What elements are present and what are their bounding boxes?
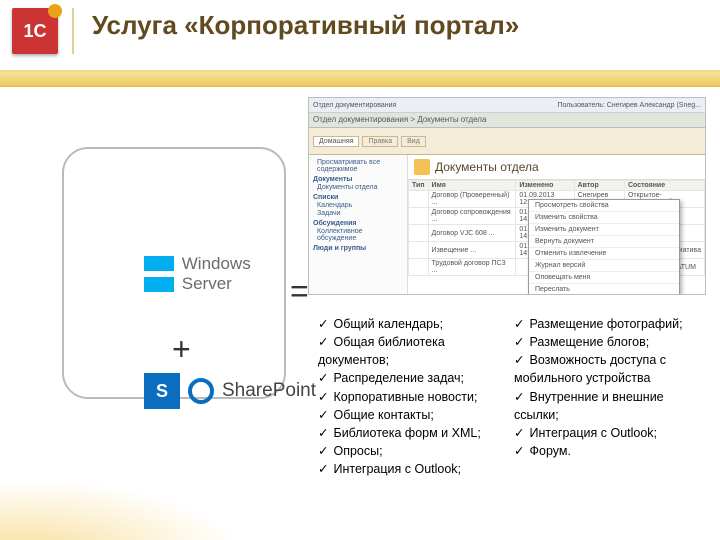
feature-list-1: Общий календарь;Общая библиотека докумен… bbox=[318, 315, 508, 478]
feature-item: Интеграция с Outlook; bbox=[318, 460, 508, 478]
context-menu: Просмотреть свойстваИзменить свойстваИзм… bbox=[528, 199, 680, 295]
sharepoint-label: SharePoint bbox=[222, 380, 316, 402]
th-state: Состояние bbox=[624, 181, 704, 191]
feature-item: Размещение блогов; bbox=[514, 333, 704, 351]
th-mod: Изменено bbox=[516, 181, 574, 191]
tech-combo-box: Windows Server + S SharePoint bbox=[62, 147, 286, 399]
context-menu-item[interactable]: Переслать bbox=[529, 284, 679, 295]
feature-item: Форум. bbox=[514, 442, 704, 460]
context-menu-item[interactable]: Изменить документ bbox=[529, 224, 679, 236]
sc-disc-item[interactable]: Коллективное обсуждение bbox=[317, 228, 403, 242]
feature-lists: Общий календарь;Общая библиотека докумен… bbox=[318, 315, 704, 478]
sc-topbar: Отдел документирования Пользователь: Сне… bbox=[309, 98, 705, 113]
feature-item: Распределение задач; bbox=[318, 369, 508, 387]
accent-bar bbox=[0, 72, 720, 87]
windows-icon bbox=[144, 256, 174, 292]
slide-body: Windows Server + S SharePoint = Отдел до… bbox=[0, 87, 720, 540]
th-name: Имя bbox=[428, 181, 516, 191]
feature-list-2: Размещение фотографий;Размещение блогов;… bbox=[514, 315, 704, 478]
sc-main-title-text: Документы отдела bbox=[435, 160, 539, 174]
ribbon-tab-view[interactable]: Вид bbox=[401, 136, 426, 147]
windows-server-row: Windows Server bbox=[144, 254, 284, 294]
plus-symbol: + bbox=[172, 331, 191, 368]
sc-docs-header: Документы bbox=[313, 176, 403, 183]
sc-docs-item[interactable]: Документы отдела bbox=[317, 184, 403, 191]
context-menu-item[interactable]: Оповещать меня bbox=[529, 272, 679, 284]
header-divider bbox=[72, 8, 74, 54]
ribbon-tab-home[interactable]: Домашняя bbox=[313, 136, 359, 147]
decorative-swoosh bbox=[0, 473, 260, 540]
context-menu-item[interactable]: Вернуть документ bbox=[529, 236, 679, 248]
slide-title: Услуга «Корпоративный портал» bbox=[92, 10, 519, 41]
feature-item: Интеграция с Outlook; bbox=[514, 424, 704, 442]
sc-list-calendar[interactable]: Календарь bbox=[317, 202, 403, 209]
sc-disc-header: Обсуждения bbox=[313, 220, 403, 227]
folder-icon bbox=[414, 159, 430, 175]
feature-item: Общие контакты; bbox=[318, 406, 508, 424]
context-menu-item[interactable]: Просмотреть свойства bbox=[529, 200, 679, 212]
sc-people-header: Люди и группы bbox=[313, 245, 403, 252]
sc-list-tasks[interactable]: Задачи bbox=[317, 210, 403, 217]
feature-item: Общий календарь; bbox=[318, 315, 508, 333]
sc-site-name: Отдел документирования bbox=[313, 102, 396, 109]
sc-main-title: Документы отдела bbox=[408, 155, 705, 180]
equals-symbol: = bbox=[290, 273, 309, 310]
th-type: Тип bbox=[409, 181, 429, 191]
feature-item: Размещение фотографий; bbox=[514, 315, 704, 333]
logo-1c: 1C bbox=[12, 8, 58, 54]
feature-item: Общая библиотека документов; bbox=[318, 333, 508, 369]
context-menu-item[interactable]: Изменить свойства bbox=[529, 212, 679, 224]
sc-main: Документы отдела Тип Имя Изменено Автор … bbox=[408, 155, 705, 295]
sc-ribbon: Домашняя Правка Вид bbox=[309, 128, 705, 155]
feature-item: Внутренние и внешние ссылки; bbox=[514, 388, 704, 424]
feature-item: Возможность доступа с мобильного устройс… bbox=[514, 351, 704, 387]
sc-breadcrumb: Отдел документирования > Документы отдел… bbox=[309, 113, 705, 128]
sharepoint-row: S SharePoint bbox=[144, 373, 316, 409]
context-menu-item[interactable]: Журнал версий bbox=[529, 260, 679, 272]
th-author: Автор bbox=[574, 181, 624, 191]
sc-lists-header: Списки bbox=[313, 194, 403, 201]
sc-view-all[interactable]: Просматривать все содержимое bbox=[317, 159, 403, 173]
ribbon-tab-edit[interactable]: Правка bbox=[362, 136, 398, 147]
context-menu-item[interactable]: Отменить извлечение bbox=[529, 248, 679, 260]
sc-user-label: Пользователь: Снегирев Александр (Sneg..… bbox=[557, 102, 701, 109]
sharepoint-tile-icon: S bbox=[144, 373, 180, 409]
sc-sidebar: Просматривать все содержимое Документы Д… bbox=[309, 155, 408, 295]
sharepoint-ring-icon bbox=[188, 378, 214, 404]
portal-screenshot: Отдел документирования Пользователь: Сне… bbox=[308, 97, 706, 295]
slide-header: 1C Услуга «Корпоративный портал» bbox=[0, 0, 720, 72]
windows-server-label: Windows Server bbox=[182, 254, 284, 294]
feature-item: Библиотека форм и XML; bbox=[318, 424, 508, 442]
feature-item: Опросы; bbox=[318, 442, 508, 460]
feature-item: Корпоративные новости; bbox=[318, 388, 508, 406]
